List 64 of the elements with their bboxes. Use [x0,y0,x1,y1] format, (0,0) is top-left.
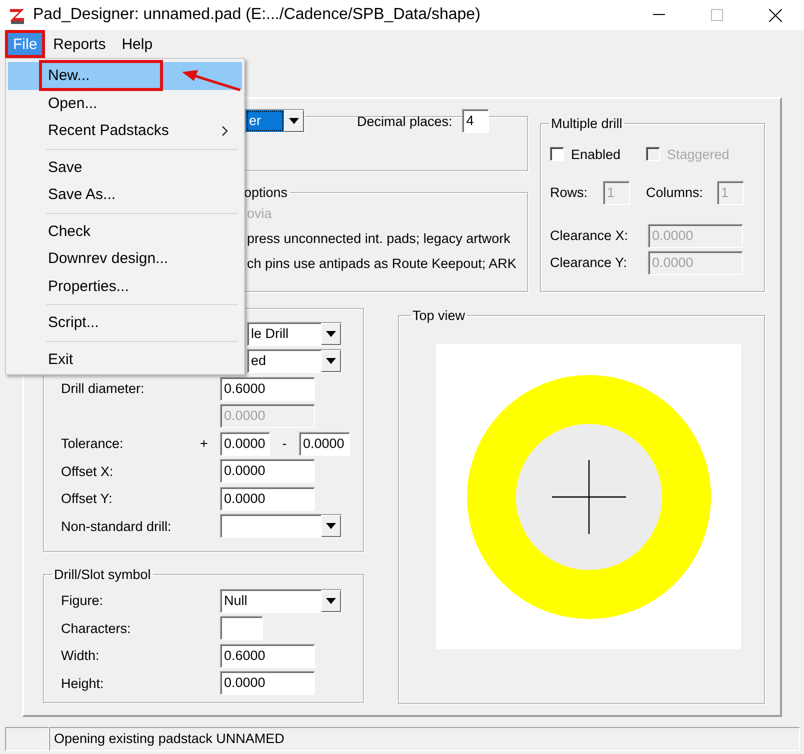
group-title: Top view [412,308,466,323]
option-label: ovia [247,206,273,221]
maximize-icon [711,9,723,21]
menu-item[interactable]: Downrev design... [8,245,242,272]
caret-icon [326,598,336,604]
dropdown[interactable]: Null [220,588,342,613]
option-label: press unconnected int. pads; legacy artwork [247,231,512,246]
caret-icon [326,523,336,530]
status-cell [5,727,49,751]
minimize-icon [653,14,665,16]
input-field[interactable]: 0.0000 [220,486,315,511]
input-field[interactable]: 0.0000 [220,671,315,696]
input-field[interactable]: 4 [462,109,490,133]
menu-item[interactable]: Open... [8,90,242,117]
field-label: Offset Y: [61,491,114,506]
status-message: Opening existing padstack UNNAMED [49,727,800,751]
menu-item[interactable]: New... [8,62,242,90]
menu-item[interactable]: Save As... [8,181,242,208]
close-icon [768,8,782,22]
field-label: Offset X: [61,464,114,479]
chevron-right-icon [222,126,228,136]
field-label: Tolerance: [61,436,124,452]
caret-icon [289,118,299,124]
checkbox[interactable]: Enabled [550,146,646,162]
field-label: Rows: [550,185,589,200]
group-title: options [243,185,289,200]
field-label: Clearance Y: [550,255,628,270]
input-field[interactable]: 0.0000 [299,432,350,456]
dropdown[interactable] [220,514,342,538]
caret-icon [326,330,336,337]
field-label: Columns: [646,185,704,200]
input-field[interactable]: 0.0000 [220,459,315,484]
menu-item[interactable]: Exit [8,346,242,373]
menu-item[interactable]: Properties... [8,272,242,300]
menu-item[interactable]: Help [114,30,161,58]
option-label: ch pins use antipads as Route Keepout; ARK [247,256,518,271]
menu-item[interactable]: Reports [45,30,114,58]
menu-item[interactable]: Script... [8,309,242,336]
input-field[interactable] [220,616,263,640]
field-label: Non-standard drill: [61,518,172,534]
menu-item[interactable]: Save [8,154,242,181]
field-label: Width: [61,648,100,664]
dropdown[interactable]: ed [247,349,342,374]
caret-icon [326,358,336,364]
group-title: Multiple drill [550,116,624,131]
menu-item[interactable]: Check [8,218,242,245]
window-title: Pad_Designer: unnamed.pad (E:.../Cadence/SPB_Data/shape) [33,6,482,24]
field-label: Clearance X: [550,228,630,243]
units-dropdown[interactable]: er [245,109,305,133]
app-logo-icon [9,6,26,24]
dropdown[interactable]: le Drill [247,322,342,346]
minus-sign: - [281,436,288,452]
annotation-arrow [180,68,242,92]
input-field[interactable]: 0.0000 [220,432,270,456]
input-field[interactable]: 0.6000 [220,644,315,668]
field-label: Characters: [61,620,132,636]
input-field[interactable]: 0.6000 [220,376,315,401]
plus-sign: + [199,436,209,452]
field-label: Decimal places: [357,114,452,128]
group-title: Drill/Slot symbol [53,567,152,582]
field-label: Height: [61,676,105,691]
menu-item[interactable]: Recent Padstacks [8,117,242,144]
field-label: Figure: [61,593,104,608]
field-label: Drill diameter: [61,381,146,396]
